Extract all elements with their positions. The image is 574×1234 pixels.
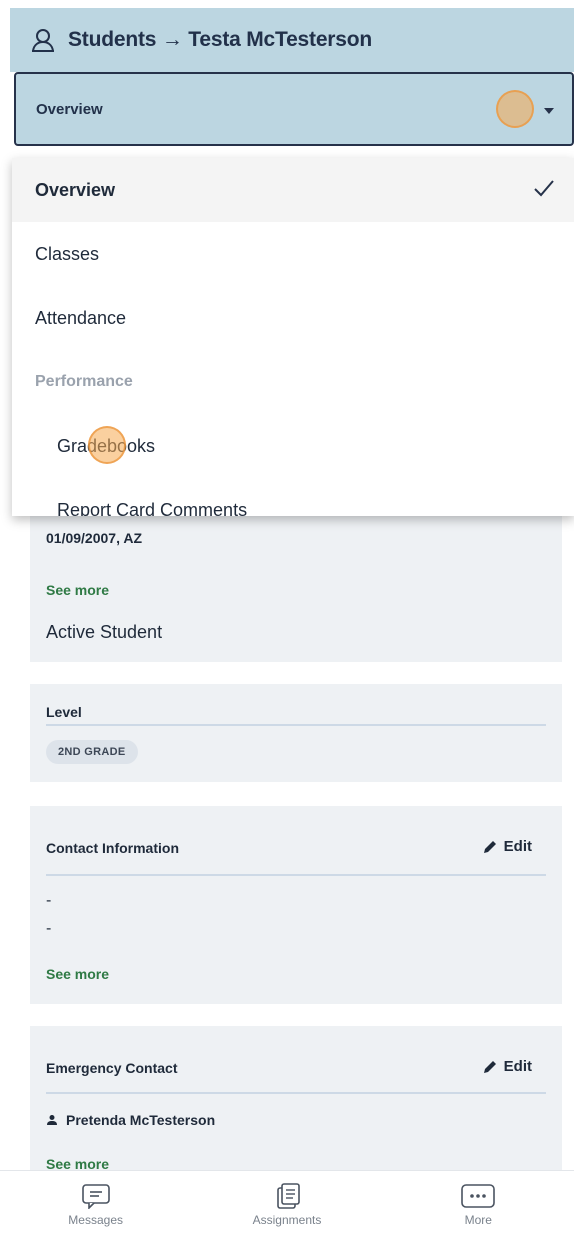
divider	[46, 874, 546, 876]
grade-badge: 2ND GRADE	[46, 740, 138, 764]
person-small-icon	[47, 1115, 57, 1125]
caret-down-icon	[544, 108, 554, 114]
view-select-value: Overview	[36, 100, 103, 118]
tab-messages[interactable]: Messages	[21, 1171, 171, 1234]
tab-assignments[interactable]: Assignments	[212, 1171, 362, 1234]
menu-item-label: Overview	[35, 179, 116, 200]
menu-item-label: Attendance	[35, 307, 127, 328]
tab-label: Assignments	[252, 1213, 322, 1227]
dob-location: 01/09/2007, AZ	[46, 530, 142, 546]
contact-information-card: Contact Information Edit - - See more	[30, 806, 562, 1004]
see-more-link[interactable]: See more	[46, 966, 109, 982]
emergency-contact-row: Pretenda McTesterson	[46, 1112, 215, 1128]
contact-line: -	[46, 892, 52, 909]
menu-item-label: Classes	[35, 243, 100, 264]
edit-contact-button[interactable]: Edit	[482, 838, 532, 855]
breadcrumb-title: Students → Testa McTesterson	[68, 28, 373, 51]
bottom-tab-bar: Messages Assignments More	[0, 1170, 574, 1234]
person-icon	[32, 29, 54, 52]
menu-group-performance: Performance	[12, 350, 574, 414]
more-icon	[461, 1184, 496, 1208]
student-status: Active Student	[46, 622, 163, 642]
message-icon	[81, 1184, 110, 1209]
tab-label: More	[464, 1213, 492, 1227]
view-dropdown-menu: Overview Classes Attendance Performance …	[12, 158, 574, 516]
menu-group-label: Performance	[35, 373, 133, 390]
pencil-icon	[483, 840, 496, 853]
tab-more[interactable]: More	[403, 1171, 553, 1234]
divider	[46, 724, 546, 726]
menu-item-attendance[interactable]: Attendance	[12, 286, 574, 350]
menu-item-classes[interactable]: Classes	[12, 222, 574, 286]
edit-label: Edit	[503, 838, 532, 855]
tab-label: Messages	[68, 1213, 123, 1227]
divider	[46, 1092, 546, 1094]
contact-line: -	[46, 920, 52, 937]
menu-item-overview[interactable]: Overview	[12, 158, 574, 222]
menu-item-label: Report Card Comments	[57, 499, 248, 517]
menu-item-report-card-comments[interactable]: Report Card Comments	[12, 478, 574, 517]
emergency-title: Emergency Contact	[46, 1060, 178, 1076]
contact-title: Contact Information	[46, 840, 179, 856]
student-info-card: 01/09/2007, AZ See more Active Student	[30, 500, 562, 662]
see-more-link[interactable]: See more	[46, 582, 109, 598]
app-header: Students → Testa McTesterson	[10, 8, 574, 72]
level-label: Level	[46, 704, 82, 720]
checkmark-icon	[534, 180, 554, 197]
edit-emergency-button[interactable]: Edit	[482, 1058, 532, 1075]
pencil-icon	[483, 1060, 496, 1073]
emergency-contact-card: Emergency Contact Edit Pretenda McTester…	[30, 1026, 562, 1176]
touch-indicator	[88, 426, 126, 464]
view-select[interactable]: Overview	[14, 72, 574, 146]
touch-indicator	[496, 90, 534, 128]
assignments-icon	[277, 1183, 300, 1209]
edit-label: Edit	[503, 1058, 532, 1075]
level-card: Level 2ND GRADE	[30, 684, 562, 782]
emergency-contact-name: Pretenda McTesterson	[66, 1112, 216, 1128]
